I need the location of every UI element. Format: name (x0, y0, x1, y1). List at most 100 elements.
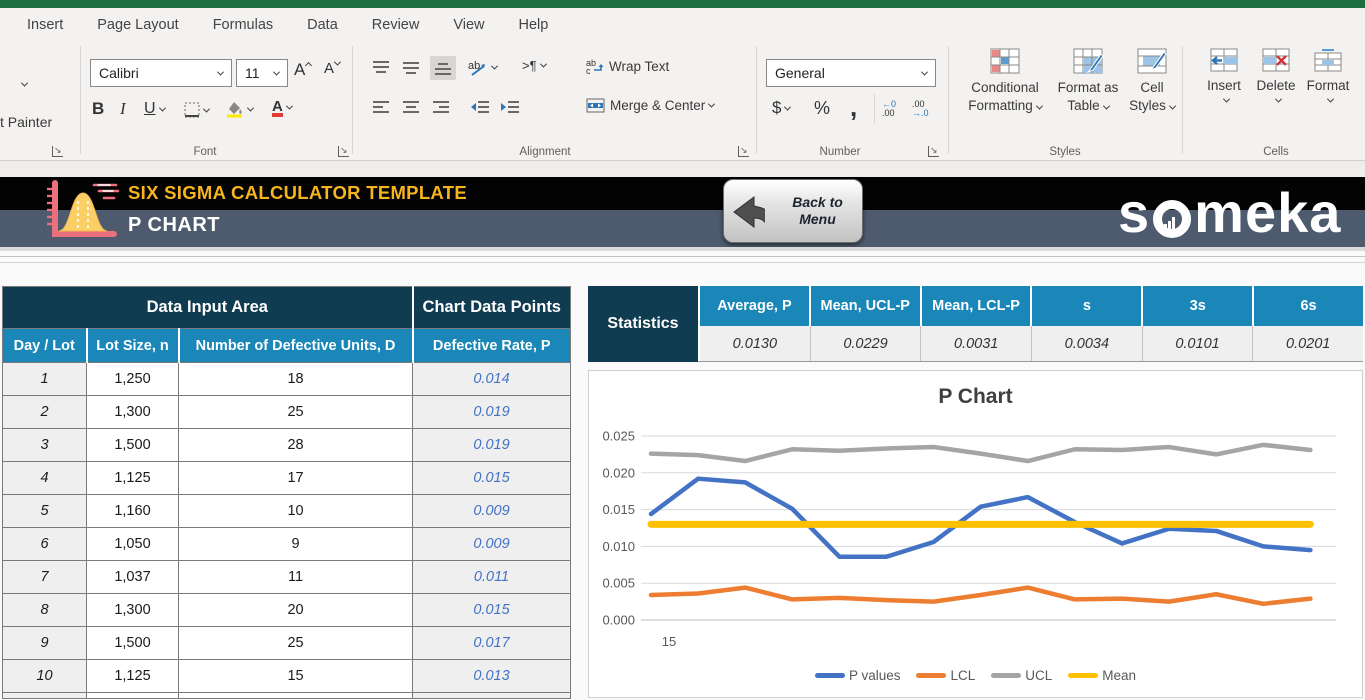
cell-day[interactable]: 4 (3, 462, 87, 495)
stat-value-cell[interactable]: 0.0031 (920, 326, 1031, 361)
delete-cells-button[interactable]: Delete (1250, 48, 1302, 103)
cell-defects[interactable]: 25 (179, 396, 413, 429)
clipboard-dialog-launcher-icon[interactable]: ↘ (52, 146, 63, 157)
font-dialog-launcher-icon[interactable]: ↘ (338, 146, 349, 157)
cell-day[interactable]: 3 (3, 429, 87, 462)
cell-defects[interactable]: 25 (179, 627, 413, 660)
currency-icon[interactable]: $ (772, 98, 790, 118)
merge-center-button[interactable]: Merge & Center (586, 98, 714, 113)
conditional-formatting-button[interactable]: Conditional Formatting (962, 48, 1048, 114)
tab-formulas[interactable]: Formulas (196, 17, 290, 33)
stat-value-cell[interactable]: 0.0130 (698, 326, 810, 361)
align-center-icon[interactable] (402, 100, 420, 115)
cell-day[interactable]: 1 (3, 363, 87, 396)
cell-lot-size[interactable]: 1,250 (87, 363, 179, 396)
stat-value-cell[interactable]: 0.0101 (1142, 326, 1253, 361)
cell-rate[interactable]: 0.009 (413, 528, 571, 561)
number-format-combo[interactable]: General (766, 59, 936, 87)
cell-rate[interactable]: 0.015 (413, 462, 571, 495)
align-bottom-icon[interactable] (430, 56, 456, 80)
legend-item[interactable]: UCL (991, 668, 1052, 683)
cell-day[interactable]: 5 (3, 495, 87, 528)
orientation-icon[interactable]: ab (468, 58, 497, 76)
stat-value-cell[interactable]: 0.0201 (1252, 326, 1363, 361)
align-top-icon[interactable] (372, 60, 390, 75)
cell-day[interactable]: 8 (3, 594, 87, 627)
cell-defects[interactable]: 20 (179, 594, 413, 627)
shrink-font-icon[interactable]: A (324, 60, 340, 77)
cell-rate[interactable]: 0.009 (413, 495, 571, 528)
cell-lot-size[interactable]: 1,160 (87, 495, 179, 528)
cell-defects[interactable]: 17 (179, 462, 413, 495)
font-color-icon[interactable]: A (272, 98, 292, 117)
number-dialog-launcher-icon[interactable]: ↘ (928, 146, 939, 157)
cell-day[interactable]: 10 (3, 660, 87, 693)
cell-day[interactable]: 6 (3, 528, 87, 561)
cell-defects[interactable]: 10 (179, 495, 413, 528)
cell-lot-size[interactable]: 1,300 (87, 396, 179, 429)
paste-chevron-icon[interactable] (21, 80, 28, 87)
cell-defects[interactable]: 28 (179, 429, 413, 462)
decrease-decimal-icon[interactable]: .00→.0 (912, 100, 929, 118)
text-direction-icon[interactable]: >¶ (522, 58, 546, 73)
legend-item[interactable]: LCL (916, 668, 975, 683)
cell-rate[interactable]: 0.011 (413, 561, 571, 594)
borders-icon[interactable] (184, 102, 209, 118)
cell-lot-size[interactable]: 1,500 (87, 627, 179, 660)
tab-insert[interactable]: Insert (10, 17, 80, 33)
cell-lot-size[interactable]: 1,300 (87, 594, 179, 627)
legend-item[interactable]: Mean (1068, 668, 1136, 683)
cell-rate[interactable]: 0.015 (413, 594, 571, 627)
tab-review[interactable]: Review (355, 17, 437, 33)
grow-font-icon[interactable]: A (294, 60, 311, 80)
cell-lot-size[interactable]: 1,500 (87, 429, 179, 462)
back-to-menu-button[interactable]: Back to Menu (723, 179, 863, 243)
cell-defects[interactable]: 9 (179, 528, 413, 561)
cell-defects[interactable]: 11 (179, 561, 413, 594)
cell-day[interactable]: 9 (3, 627, 87, 660)
wrap-text-button[interactable]: abc Wrap Text (586, 58, 669, 74)
align-right-icon[interactable] (432, 100, 450, 115)
cell-lot-size[interactable]: 1,037 (87, 561, 179, 594)
tab-data[interactable]: Data (290, 17, 355, 33)
cell-rate[interactable]: 0.013 (413, 660, 571, 693)
bold-button[interactable]: B (92, 99, 104, 119)
cell-day[interactable]: 2 (3, 396, 87, 429)
cell-defects[interactable]: 18 (179, 363, 413, 396)
cell-rate[interactable]: 0.017 (413, 627, 571, 660)
format-cells-button[interactable]: Format (1302, 48, 1354, 103)
fill-color-icon[interactable] (226, 100, 253, 118)
cell-lot-size[interactable]: 1,125 (87, 462, 179, 495)
cell-rate[interactable]: 0.019 (413, 396, 571, 429)
alignment-dialog-launcher-icon[interactable]: ↘ (738, 146, 749, 157)
cell-defects[interactable]: 15 (179, 660, 413, 693)
tab-view[interactable]: View (436, 17, 501, 33)
legend-item[interactable]: P values (815, 668, 901, 683)
table-row: 21,300250.019 (3, 396, 571, 429)
increase-indent-icon[interactable] (500, 100, 520, 115)
comma-style-icon[interactable]: , (850, 92, 857, 123)
format-as-table-button[interactable]: Format as Table (1052, 48, 1124, 114)
tab-help[interactable]: Help (502, 17, 566, 33)
stat-value-cell[interactable]: 0.0034 (1031, 326, 1142, 361)
font-name-combo[interactable]: Calibri (90, 59, 232, 87)
cell-lot-size[interactable]: 1,125 (87, 660, 179, 693)
cell-lot-size[interactable]: 1,050 (87, 528, 179, 561)
underline-button[interactable]: U (144, 100, 165, 118)
italic-button[interactable]: I (120, 99, 126, 119)
tab-page-layout[interactable]: Page Layout (80, 17, 195, 33)
increase-decimal-icon[interactable]: ←0.00 (882, 100, 896, 118)
percent-icon[interactable]: % (814, 98, 830, 119)
cell-rate[interactable]: 0.014 (413, 363, 571, 396)
font-size-combo[interactable]: 11 (236, 59, 288, 87)
insert-cells-button[interactable]: Insert (1198, 48, 1250, 103)
align-middle-icon[interactable] (402, 60, 420, 75)
stat-value-cell[interactable]: 0.0229 (810, 326, 921, 361)
format-painter-partial-label[interactable]: t Painter (0, 114, 52, 130)
align-left-icon[interactable] (372, 100, 390, 115)
cell-styles-button[interactable]: Cell Styles (1124, 48, 1180, 114)
cell-rate[interactable]: 0.019 (413, 429, 571, 462)
cell-day[interactable]: 7 (3, 561, 87, 594)
p-chart-panel[interactable]: P Chart 0.0000.0050.0100.0150.0200.02515… (588, 370, 1363, 698)
decrease-indent-icon[interactable] (470, 100, 490, 115)
